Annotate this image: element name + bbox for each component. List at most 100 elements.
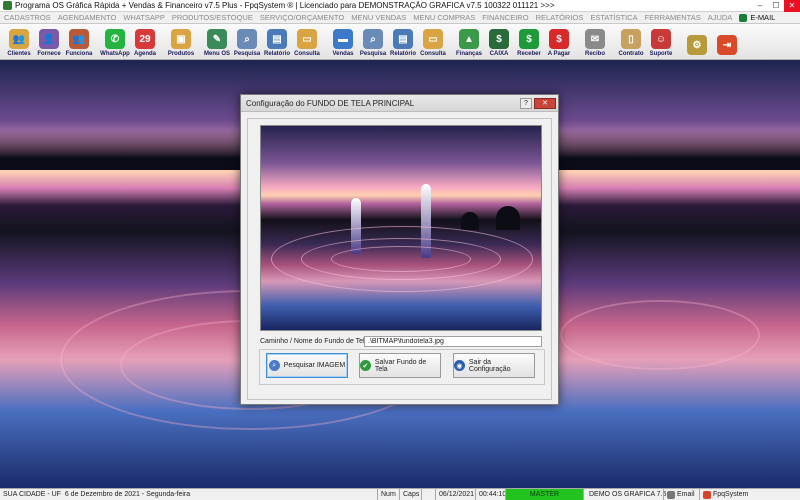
menu-cadastros[interactable]: CADASTROS: [4, 13, 51, 22]
path-label: Caminho / Nome do Fundo de Tela: [260, 337, 369, 345]
toolbar-button-label: Contrato: [618, 51, 644, 57]
toolbar: 👥 Clientes 👤 Fornece 👥 Funciona ✆ WhatsApp 29 Age…: [0, 24, 800, 60]
path-row: Caminho / Nome do Fundo de Tela: [260, 335, 546, 347]
employee-icon: 👥: [69, 29, 89, 49]
search-document-icon: ⌕: [237, 29, 257, 49]
toolbar-button-label: Produtos: [167, 51, 195, 57]
toolbar-button-label: Finanças: [455, 51, 482, 57]
toolbar-button-label: Pesquisa: [233, 51, 261, 57]
toolbar-button-suporte[interactable]: ☺ Suporte: [647, 25, 675, 59]
status-time: 00:44:10: [475, 489, 506, 500]
status-email-label: Email: [677, 491, 695, 498]
app-icon: [3, 1, 12, 10]
toolbar-button-pesquisa[interactable]: ⌕ Pesquisa: [359, 25, 387, 59]
background-preview-image: [260, 125, 542, 331]
search-image-label: Pesquisar IMAGEM: [283, 362, 346, 369]
toolbar-button-recibo[interactable]: ✉ Recibo: [581, 25, 609, 59]
toolbar-button-agenda[interactable]: 29 Agenda: [131, 25, 159, 59]
menu-email[interactable]: E-MAIL: [739, 13, 775, 22]
toolbar-button-tools[interactable]: ⚙: [683, 25, 711, 59]
save-background-label: Salvar Fundo de Tela: [374, 358, 427, 373]
toolbar-button-label: Suporte: [649, 51, 673, 57]
exit-icon: ◉: [454, 360, 465, 371]
supplier-icon: 👤: [39, 29, 59, 49]
toolbar-button-funciona[interactable]: 👥 Funciona: [65, 25, 93, 59]
status-city: SUA CIDADE - UF: [3, 491, 61, 498]
save-background-button[interactable]: ✔ Salvar Fundo de Tela: [359, 353, 441, 378]
toolbar-button-a-pagar[interactable]: $ A Pagar: [545, 25, 573, 59]
status-num: Num: [377, 489, 399, 500]
menu-estatistica[interactable]: ESTATÍSTICA: [590, 13, 637, 22]
dialog-title: Configuração do FUNDO DE TELA PRINCIPAL: [246, 98, 415, 108]
toolbar-button-label: Fornece: [37, 51, 61, 57]
calendar-icon: 29: [135, 29, 155, 49]
menu-servico-orcamento[interactable]: SERVIÇO/ORÇAMENTO: [260, 13, 344, 22]
status-company-label: DEMO OS GRAFICA 7.5: [589, 491, 667, 498]
path-input[interactable]: [364, 335, 542, 347]
window-title: Programa OS Gráfica Rápida + Vendas & Fi…: [15, 1, 555, 10]
toolbar-button-relatório[interactable]: ▤ Relatório: [263, 25, 291, 59]
toolbar-button-consulta[interactable]: ▭ Consulta: [293, 25, 321, 59]
toolbar-button-finanças[interactable]: ▲ Finanças: [455, 25, 483, 59]
toolbar-button-label: CAIXA: [489, 51, 509, 57]
menu-vendas[interactable]: MENU VENDAS: [351, 13, 406, 22]
products-icon: ▣: [171, 29, 191, 49]
exit-config-button[interactable]: ◉ Sair da Configuração: [453, 353, 535, 378]
menu-ajuda[interactable]: AJUDA: [708, 13, 733, 22]
preview-tree: [461, 212, 479, 230]
toolbar-button-label: Consulta: [294, 51, 320, 57]
toolbar-button-label: Relatório: [263, 51, 290, 57]
toolbar-button-label: Pesquisa: [359, 51, 387, 57]
toolbar-button-menu-os[interactable]: ✎ Menu OS: [203, 25, 231, 59]
toolbar-button-label: Menu OS: [203, 51, 230, 57]
toolbar-button-label: Vendas: [332, 51, 354, 57]
help-button[interactable]: ?: [520, 97, 532, 109]
status-caps: Caps: [399, 489, 421, 500]
toolbar-button-caixa[interactable]: $ CAIXA: [485, 25, 513, 59]
toolbar-button-exit[interactable]: ⇥: [713, 25, 741, 59]
folder-icon: ▭: [423, 29, 443, 49]
close-button[interactable]: ✕: [784, 0, 800, 12]
dialog-close-button[interactable]: ✕: [534, 97, 556, 109]
email-icon: [739, 13, 748, 22]
status-bar: SUA CIDADE - UF 6 de Dezembro de 2021 - …: [0, 488, 800, 500]
status-date: 06/12/2021: [435, 489, 475, 500]
receive-money-icon: $: [519, 29, 539, 49]
toolbar-button-produtos[interactable]: ▣ Produtos: [167, 25, 195, 59]
support-icon: ☺: [651, 29, 671, 49]
toolbar-button-fornece[interactable]: 👤 Fornece: [35, 25, 63, 59]
brand-icon: [703, 490, 711, 499]
email-icon: [667, 490, 675, 499]
toolbar-button-clientes[interactable]: 👥 Clientes: [5, 25, 33, 59]
toolbar-button-whatsapp[interactable]: ✆ WhatsApp: [100, 25, 130, 59]
maximize-button[interactable]: ☐: [768, 0, 784, 12]
minimize-button[interactable]: –: [752, 0, 768, 12]
menu-ferramentas[interactable]: FERRAMENTAS: [645, 13, 701, 22]
toolbar-button-label: Agenda: [133, 51, 156, 57]
toolbar-button-label: A Pagar: [547, 51, 571, 57]
report-icon: ▤: [393, 29, 413, 49]
status-email[interactable]: Email: [663, 489, 699, 500]
toolbar-button-contrato[interactable]: ▯ Contrato: [617, 25, 645, 59]
menu-produtos-estoque[interactable]: PRODUTOS/ESTOQUE: [172, 13, 253, 22]
menu-relatorios[interactable]: RELATÓRIOS: [536, 13, 584, 22]
background-config-dialog: Configuração do FUNDO DE TELA PRINCIPAL …: [240, 94, 559, 405]
menu-compras[interactable]: MENU COMPRAS: [413, 13, 475, 22]
toolbar-button-receber[interactable]: $ Receber: [515, 25, 543, 59]
toolbar-button-consulta[interactable]: ▭ Consulta: [419, 25, 447, 59]
search-image-button[interactable]: ⌕ Pesquisar IMAGEM: [266, 353, 348, 378]
toolbar-button-relatório[interactable]: ▤ Relatório: [389, 25, 417, 59]
cash-register-icon: $: [489, 29, 509, 49]
menu-financeiro[interactable]: FINANCEIRO: [482, 13, 528, 22]
exit-config-label: Sair da Configuração: [468, 358, 511, 373]
search-document-icon: ⌕: [363, 29, 383, 49]
search-icon: ⌕: [268, 360, 280, 371]
receipt-icon: ✉: [585, 29, 605, 49]
toolbar-button-pesquisa[interactable]: ⌕ Pesquisa: [233, 25, 261, 59]
menu-agendamento[interactable]: AGENDAMENTO: [58, 13, 117, 22]
menu-whatsapp[interactable]: WHATSAPP: [123, 13, 165, 22]
toolbar-button-vendas[interactable]: ▬ Vendas: [329, 25, 357, 59]
menu-email-label: E-MAIL: [750, 13, 776, 22]
dialog-title-bar: Configuração do FUNDO DE TELA PRINCIPAL …: [241, 95, 558, 112]
dialog-panel: Caminho / Nome do Fundo de Tela ⌕ Pesqui…: [247, 118, 552, 400]
